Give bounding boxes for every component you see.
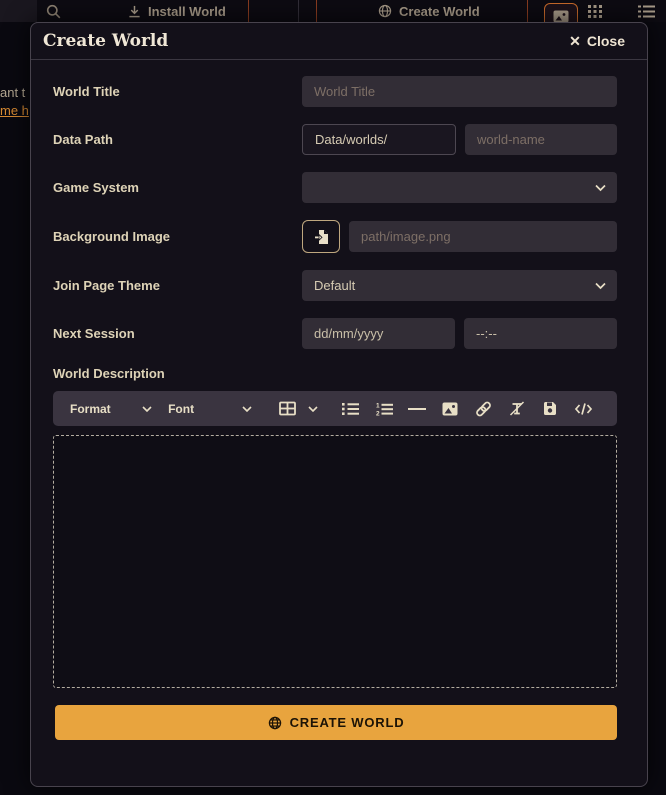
join-page-theme-row: Join Page Theme Default	[53, 270, 617, 301]
background-image-input[interactable]	[349, 221, 617, 252]
game-system-select[interactable]	[302, 172, 617, 203]
font-dropdown[interactable]: Font	[168, 402, 252, 416]
font-label: Font	[168, 402, 194, 416]
list-view-button[interactable]	[638, 0, 655, 22]
world-description-label: World Description	[53, 366, 617, 381]
game-system-label: Game System	[53, 180, 302, 195]
search-button[interactable]	[46, 0, 61, 22]
create-world-submit-label: CREATE WORLD	[290, 715, 405, 730]
table-dropdown[interactable]	[279, 401, 318, 416]
create-world-submit-button[interactable]: CREATE WORLD	[55, 705, 617, 740]
topbar-separator	[316, 0, 317, 22]
numbered-list-icon: 1 2	[376, 402, 393, 416]
image-icon	[442, 402, 458, 416]
data-path-row: Data Path	[53, 124, 617, 155]
background-text-fragment: ant t	[0, 85, 25, 100]
game-system-row: Game System	[53, 172, 617, 203]
topbar-separator	[298, 0, 299, 22]
globe-icon	[378, 4, 392, 18]
svg-text:2: 2	[376, 410, 380, 416]
format-dropdown[interactable]: Format	[70, 402, 152, 416]
join-page-theme-select[interactable]: Default	[302, 270, 617, 301]
dialog-header: Create World ✕ Close	[31, 23, 647, 60]
grid-view-button[interactable]	[588, 0, 603, 22]
file-import-icon	[314, 229, 329, 245]
next-session-label: Next Session	[53, 326, 302, 341]
source-code-icon	[574, 402, 593, 416]
close-icon: ✕	[569, 33, 581, 50]
chevron-down-icon	[595, 282, 606, 289]
data-path-label: Data Path	[53, 132, 302, 147]
search-icon	[46, 4, 61, 19]
background-topbar: Install World Create World	[0, 0, 666, 22]
world-title-row: World Title	[53, 76, 617, 107]
install-world-tab[interactable]: Install World	[128, 0, 226, 22]
world-title-input[interactable]	[302, 76, 617, 107]
topbar-separator	[248, 0, 249, 22]
data-path-base-input[interactable]	[302, 124, 456, 155]
create-world-label: Create World	[399, 4, 480, 19]
install-world-label: Install World	[148, 4, 226, 19]
bullet-list-button[interactable]	[334, 402, 367, 416]
session-time-input[interactable]	[464, 318, 617, 349]
create-world-dialog: Create World ✕ Close World Title Data Pa…	[30, 22, 648, 787]
horizontal-rule-button[interactable]	[401, 407, 434, 411]
world-description-editor[interactable]	[53, 435, 617, 688]
insert-image-button[interactable]	[434, 402, 467, 416]
close-label: Close	[587, 33, 625, 49]
editor-toolbar: Format Font	[53, 391, 617, 426]
save-icon	[543, 401, 557, 416]
save-button[interactable]	[534, 401, 567, 416]
background-link-fragment[interactable]: me h	[0, 103, 29, 118]
session-date-input[interactable]	[302, 318, 455, 349]
insert-link-button[interactable]	[467, 401, 500, 417]
format-label: Format	[70, 402, 111, 416]
list-lines-icon	[638, 5, 655, 18]
background-image-row: Background Image	[53, 220, 617, 253]
download-icon	[128, 5, 141, 18]
bullet-list-icon	[342, 402, 359, 416]
clear-formatting-button[interactable]	[500, 401, 533, 416]
clear-formatting-icon	[509, 401, 525, 416]
source-code-button[interactable]	[567, 402, 600, 416]
background-image-label: Background Image	[53, 229, 302, 244]
image-gallery-icon	[553, 10, 569, 23]
chevron-down-icon	[142, 406, 152, 412]
close-button[interactable]: ✕ Close	[569, 33, 625, 50]
world-title-label: World Title	[53, 84, 302, 99]
chevron-down-icon	[242, 406, 252, 412]
chevron-down-icon	[308, 406, 318, 412]
topbar-separator	[527, 0, 528, 22]
world-name-input[interactable]	[465, 124, 617, 155]
file-picker-button[interactable]	[302, 220, 340, 253]
create-world-form: World Title Data Path Game System	[31, 60, 647, 381]
dialog-title: Create World	[43, 31, 168, 51]
table-icon	[279, 401, 296, 416]
topbar-corner	[0, 0, 37, 22]
svg-text:1: 1	[376, 402, 380, 409]
link-icon	[475, 401, 492, 417]
create-world-tab[interactable]: Create World	[378, 0, 480, 22]
join-page-theme-value: Default	[314, 278, 355, 293]
chevron-down-icon	[595, 184, 606, 191]
join-page-theme-label: Join Page Theme	[53, 278, 302, 293]
globe-icon	[268, 716, 282, 730]
numbered-list-button[interactable]: 1 2	[367, 402, 400, 416]
horizontal-rule-icon	[408, 407, 426, 411]
next-session-row: Next Session	[53, 318, 617, 349]
grid-dots-icon	[588, 5, 603, 18]
